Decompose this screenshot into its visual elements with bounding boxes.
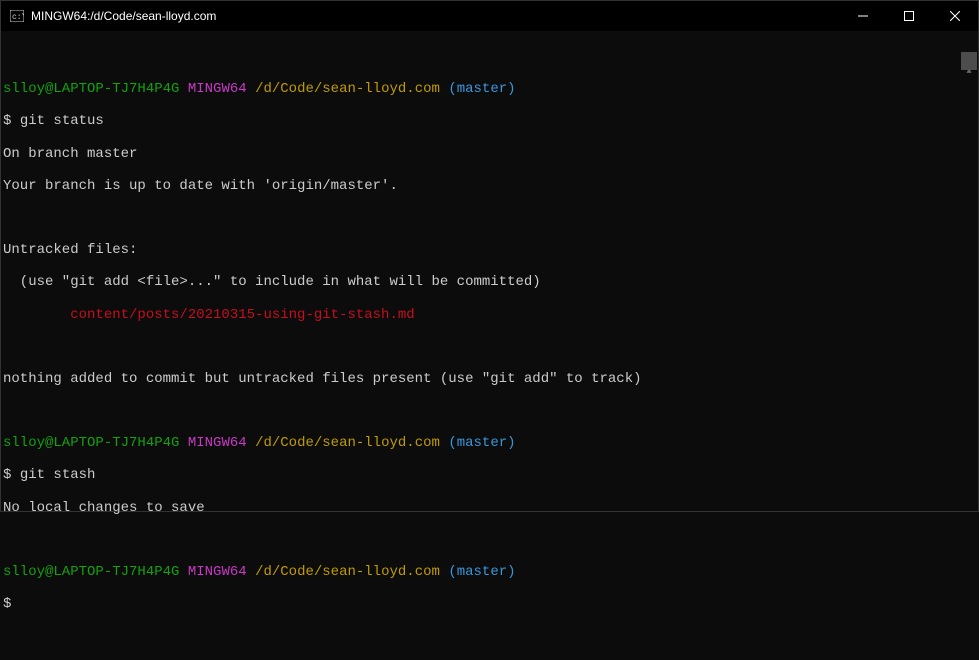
blank-line — [3, 49, 976, 65]
ps1: $ — [3, 596, 11, 612]
shell-name: MINGW64 — [188, 435, 247, 451]
working-dir: /d/Code/sean-lloyd.com — [255, 81, 440, 97]
shell-name: MINGW64 — [188, 81, 247, 97]
user-host: slloy@LAPTOP-TJ7H4P4G — [3, 81, 179, 97]
prompt-line: slloy@LAPTOP-TJ7H4P4G MINGW64 /d/Code/se… — [3, 435, 976, 451]
prompt-line: slloy@LAPTOP-TJ7H4P4G MINGW64 /d/Code/se… — [3, 564, 976, 580]
command-text: git status — [20, 113, 104, 129]
branch-close: ) — [507, 564, 515, 580]
user-host: slloy@LAPTOP-TJ7H4P4G — [3, 435, 179, 451]
terminal-icon: c:\ — [9, 8, 25, 24]
minimize-button[interactable] — [840, 1, 886, 31]
ps1: $ — [3, 467, 11, 483]
terminal-area[interactable]: slloy@LAPTOP-TJ7H4P4G MINGW64 /d/Code/se… — [1, 31, 978, 511]
branch-open: ( — [448, 81, 456, 97]
branch-name: master — [457, 81, 507, 97]
command-line[interactable]: $ — [3, 596, 976, 612]
untracked-file: content/posts/20210315-using-git-stash.m… — [3, 307, 976, 323]
command-line: $ git status — [3, 113, 976, 129]
command-line: $ git stash — [3, 467, 976, 483]
maximize-button[interactable] — [886, 1, 932, 31]
shell-name: MINGW64 — [188, 564, 247, 580]
user-host: slloy@LAPTOP-TJ7H4P4G — [3, 564, 179, 580]
working-dir: /d/Code/sean-lloyd.com — [255, 435, 440, 451]
blank-line — [3, 403, 976, 419]
output-line: Untracked files: — [3, 242, 976, 258]
output-line: On branch master — [3, 146, 976, 162]
blank-line — [3, 532, 976, 548]
branch-close: ) — [507, 435, 515, 451]
close-button[interactable] — [932, 1, 978, 31]
output-line: (use "git add <file>..." to include in w… — [3, 274, 976, 290]
svg-text:c:\: c:\ — [12, 13, 24, 22]
titlebar-left: c:\ MINGW64:/d/Code/sean-lloyd.com — [9, 8, 216, 24]
branch-name: master — [457, 564, 507, 580]
output-line: Your branch is up to date with 'origin/m… — [3, 178, 976, 194]
command-text: git stash — [20, 467, 96, 483]
output-line: No local changes to save — [3, 500, 976, 516]
window-controls — [840, 1, 978, 31]
prompt-line: slloy@LAPTOP-TJ7H4P4G MINGW64 /d/Code/se… — [3, 81, 976, 97]
scrollbar[interactable]: ▴ — [961, 32, 977, 510]
blank-line — [3, 210, 976, 226]
scrollbar-thumb[interactable] — [961, 52, 977, 70]
blank-line — [3, 339, 976, 355]
branch-name: master — [457, 435, 507, 451]
branch-close: ) — [507, 81, 515, 97]
working-dir: /d/Code/sean-lloyd.com — [255, 564, 440, 580]
window-title: MINGW64:/d/Code/sean-lloyd.com — [31, 9, 216, 23]
output-line: nothing added to commit but untracked fi… — [3, 371, 976, 387]
branch-open: ( — [448, 564, 456, 580]
window-titlebar: c:\ MINGW64:/d/Code/sean-lloyd.com — [1, 1, 978, 31]
branch-open: ( — [448, 435, 456, 451]
ps1: $ — [3, 113, 11, 129]
